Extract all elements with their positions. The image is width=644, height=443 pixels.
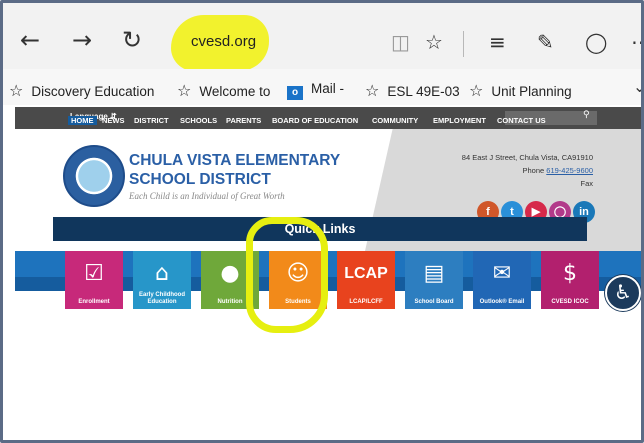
favorite-unit-planning[interactable]: ☆ Unit Planning <box>469 81 572 100</box>
nav-contact-us[interactable]: CONTACT US <box>497 116 546 125</box>
star-icon: ☆ <box>9 81 24 100</box>
page-content <box>15 291 641 440</box>
favorite-welcome-to[interactable]: ☆ Welcome to <box>177 81 270 100</box>
district-motto: Each Child is an Individual of Great Wor… <box>129 191 285 201</box>
search-icon[interactable]: ⚲ <box>583 110 590 120</box>
money-hardhat-icon: $ <box>563 261 577 286</box>
reading-view-icon[interactable]: ◫ <box>391 31 410 53</box>
nav-parents[interactable]: PARENTS <box>226 116 261 125</box>
star-icon: ☆ <box>365 81 380 100</box>
outlook-mail-icon: o <box>287 86 303 100</box>
outlook-icon: ✉ <box>492 261 512 286</box>
quick-link-school-board[interactable]: ▤ School Board <box>405 251 463 309</box>
phone-link[interactable]: 619-425-9600 <box>546 166 593 175</box>
students-highlight-marker <box>246 217 328 333</box>
url-field[interactable]: cvesd.org <box>191 33 256 50</box>
toolbar-divider <box>463 31 464 57</box>
district-seal-logo[interactable] <box>63 145 125 207</box>
quick-link-outlook-email[interactable]: ✉ Outlook® Email <box>473 251 531 309</box>
favorite-esl-49e-03[interactable]: ☆ ESL 49E-03 <box>365 81 460 100</box>
favorite-star-icon[interactable]: ☆ <box>425 31 443 53</box>
contact-info: 84 East J Street, Chula Vista, CA91910 P… <box>462 151 593 190</box>
quick-link-lcap[interactable]: LCAP LCAP/LCFF <box>337 251 395 309</box>
nav-home[interactable]: HOME <box>68 116 97 125</box>
quick-link-early-childhood[interactable]: ⌂ Early Childhood Education <box>133 251 191 309</box>
lcap-logo-icon: LCAP <box>344 265 388 282</box>
nav-employment[interactable]: EMPLOYMENT <box>433 116 486 125</box>
browser-window: ← → ↻ cvesd.org ◫ ☆ ≡ ✎ ◯ ⋯ ☆Discovery E… <box>0 0 644 443</box>
hub-icon[interactable]: ≡ <box>489 31 506 53</box>
favorite-mail[interactable]: o Mail - <box>287 81 344 100</box>
back-arrow-icon[interactable]: ← <box>17 27 43 53</box>
nav-schools[interactable]: SCHOOLS <box>180 116 217 125</box>
favorite-discovery-education[interactable]: ☆ Discovery Education <box>9 81 154 100</box>
forward-arrow-icon[interactable]: → <box>69 27 95 53</box>
more-icon[interactable]: ⋯ <box>631 31 641 53</box>
share-icon[interactable]: ◯ <box>585 31 607 53</box>
nav-district[interactable]: DISTRICT <box>134 116 169 125</box>
phone-line: Phone 619-425-9600 <box>522 166 594 175</box>
refresh-icon[interactable]: ↻ <box>119 27 145 53</box>
quick-link-enrollment[interactable]: ☑ Enrollment <box>65 251 123 309</box>
nav-community[interactable]: COMMUNITY <box>372 116 418 125</box>
school-building-icon: ⌂ <box>155 261 169 286</box>
web-note-icon[interactable]: ✎ <box>537 31 554 53</box>
address-text: 84 East J Street, Chula Vista, CA91910 <box>461 153 593 162</box>
chevron-down-icon[interactable]: ⌄ <box>633 77 641 96</box>
quick-link-cvesd-icoc[interactable]: $ CVESD ICOC <box>541 251 599 309</box>
accessibility-icon[interactable]: ♿ <box>605 275 641 311</box>
district-name[interactable]: CHULA VISTA ELEMENTARY SCHOOL DISTRICT <box>129 151 340 189</box>
nav-news[interactable]: NEWS <box>102 116 125 125</box>
star-icon: ☆ <box>177 81 192 100</box>
star-icon: ☆ <box>469 81 484 100</box>
clipboard-check-icon: ☑ <box>84 261 104 286</box>
nav-board-of-education[interactable]: BOARD OF EDUCATION <box>272 116 358 125</box>
podium-icon: ▤ <box>423 261 445 286</box>
fax-label: Fax <box>580 179 593 188</box>
